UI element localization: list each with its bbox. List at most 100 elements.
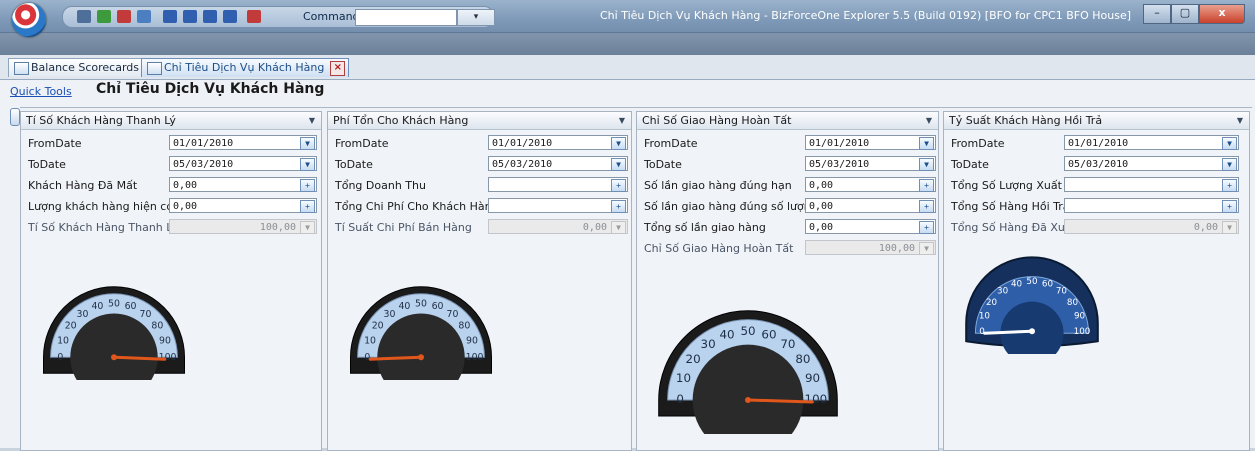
form-row: ToDate 05/03/2010 ▼ bbox=[21, 155, 321, 173]
gauge-tick-label: 50 bbox=[740, 324, 755, 338]
gauge-tick-label: 30 bbox=[701, 337, 716, 351]
input-field[interactable]: + bbox=[1064, 177, 1239, 192]
field-value: 0,00 bbox=[1193, 222, 1218, 233]
last-record-icon[interactable] bbox=[223, 10, 237, 23]
gauge-tick-label: 10 bbox=[979, 312, 990, 322]
close-record-icon[interactable] bbox=[247, 10, 261, 23]
tab-chi-tieu-dich-vu[interactable]: Chỉ Tiêu Dịch Vụ Khách Hàng × bbox=[141, 58, 350, 77]
tab-balance-scorecards[interactable]: Balance Scorecards bbox=[8, 58, 147, 77]
panel-header[interactable]: Chỉ Số Giao Hàng Hoàn Tất ▼ bbox=[637, 112, 938, 130]
field-label: ToDate bbox=[28, 158, 66, 171]
input-field[interactable]: 0,00 + bbox=[169, 177, 317, 192]
dropdown-icon[interactable]: ▼ bbox=[611, 158, 626, 171]
scorecard-panel: Tí Số Khách Hàng Thanh Lý ▼ FromDate 01/01/… bbox=[20, 111, 322, 451]
input-field[interactable]: 01/01/2010 ▼ bbox=[1064, 135, 1239, 150]
command-input[interactable] bbox=[355, 9, 457, 26]
field-value: 01/01/2010 bbox=[809, 138, 870, 149]
input-field[interactable]: + bbox=[488, 198, 628, 213]
first-record-icon[interactable] bbox=[163, 10, 177, 23]
dropdown-icon[interactable]: ▼ bbox=[919, 137, 934, 150]
tab-label: Chỉ Tiêu Dịch Vụ Khách Hàng bbox=[164, 61, 325, 74]
window-controls: – ▢ x bbox=[1143, 4, 1245, 24]
close-tab-icon[interactable]: × bbox=[330, 61, 346, 76]
add-record-icon[interactable] bbox=[97, 10, 111, 23]
close-window-button[interactable]: x bbox=[1199, 4, 1245, 24]
form-row: Tổng Số Hàng Đã Xuất 0,00 ▼ bbox=[944, 218, 1249, 236]
document-tab-bar: Balance Scorecards Chỉ Tiêu Dịch Vụ Khác… bbox=[0, 55, 1255, 128]
input-field[interactable]: 05/03/2010 ▼ bbox=[169, 156, 317, 171]
dropdown-icon[interactable]: ▼ bbox=[300, 137, 315, 150]
field-label: Số lần giao hàng đúng hạn bbox=[644, 179, 792, 192]
input-field[interactable]: 01/01/2010 ▼ bbox=[169, 135, 317, 150]
gauge-needle-pivot bbox=[111, 354, 117, 361]
field-label: Số lần giao hàng đúng số lượng bbox=[644, 200, 818, 213]
previous-record-icon[interactable] bbox=[183, 10, 197, 23]
add-icon[interactable]: + bbox=[611, 179, 626, 192]
gauge-tick-label: 90 bbox=[159, 336, 171, 347]
panel-collapse-icon[interactable]: ▼ bbox=[309, 112, 315, 129]
field-value: 05/03/2010 bbox=[1068, 159, 1129, 170]
save-icon[interactable] bbox=[77, 10, 91, 23]
gauge-needle-pivot bbox=[1029, 328, 1035, 335]
field-label: ToDate bbox=[951, 158, 989, 171]
add-icon[interactable]: + bbox=[300, 179, 315, 192]
panel-header[interactable]: Phí Tổn Cho Khách Hàng ▼ bbox=[328, 112, 631, 130]
ribbon-strip bbox=[0, 33, 1255, 55]
input-field[interactable]: 01/01/2010 ▼ bbox=[805, 135, 936, 150]
field-value: 0,00 bbox=[173, 180, 198, 191]
dropdown-icon[interactable]: ▼ bbox=[919, 158, 934, 171]
field-label: FromDate bbox=[644, 137, 698, 150]
panel-header[interactable]: Tí Số Khách Hàng Thanh Lý ▼ bbox=[21, 112, 321, 130]
input-field[interactable]: 05/03/2010 ▼ bbox=[805, 156, 936, 171]
gauge-tick-label: 60 bbox=[432, 301, 444, 312]
dropdown-icon: ▼ bbox=[1222, 221, 1237, 234]
add-icon[interactable]: + bbox=[919, 200, 934, 213]
input-field[interactable]: 05/03/2010 ▼ bbox=[1064, 156, 1239, 171]
gauge-tick-label: 20 bbox=[986, 298, 997, 308]
minimize-button[interactable]: – bbox=[1143, 4, 1171, 24]
panel-collapse-icon[interactable]: ▼ bbox=[1237, 112, 1243, 129]
input-field[interactable]: 0,00 + bbox=[169, 198, 317, 213]
input-field[interactable]: 05/03/2010 ▼ bbox=[488, 156, 628, 171]
side-panel-handle[interactable] bbox=[10, 108, 20, 126]
field-value: 05/03/2010 bbox=[809, 159, 870, 170]
delete-record-icon[interactable] bbox=[117, 10, 131, 23]
edit-record-icon[interactable] bbox=[137, 10, 151, 23]
gauge-tick-label: 40 bbox=[91, 301, 103, 312]
panel-collapse-icon[interactable]: ▼ bbox=[619, 112, 625, 129]
form-row: Số lần giao hàng đúng hạn 0,00 + bbox=[637, 176, 938, 194]
add-icon[interactable]: + bbox=[300, 200, 315, 213]
scorecard-panel: Tỷ Suất Khách Hàng Hồi Trả ▼ FromDate 01/01… bbox=[943, 111, 1250, 451]
gauge-tick-label: 50 bbox=[108, 299, 120, 310]
panel-header[interactable]: Tỷ Suất Khách Hàng Hồi Trả ▼ bbox=[944, 112, 1249, 130]
dropdown-icon[interactable]: ▼ bbox=[300, 158, 315, 171]
gauge-tick-label: 80 bbox=[1067, 298, 1078, 308]
add-icon[interactable]: + bbox=[919, 221, 934, 234]
command-dropdown-icon[interactable]: ▾ bbox=[457, 9, 495, 26]
field-value: 0,00 bbox=[809, 222, 834, 233]
input-field[interactable]: + bbox=[1064, 198, 1239, 213]
input-field[interactable]: 0,00 + bbox=[805, 219, 936, 234]
add-icon[interactable]: + bbox=[919, 179, 934, 192]
gauge-tick-label: 20 bbox=[65, 321, 77, 332]
dropdown-icon[interactable]: ▼ bbox=[1222, 158, 1237, 171]
gauge-tick-label: 90 bbox=[1074, 312, 1085, 322]
input-field[interactable]: + bbox=[488, 177, 628, 192]
add-icon[interactable]: + bbox=[1222, 200, 1237, 213]
panel-collapse-icon[interactable]: ▼ bbox=[926, 112, 932, 129]
add-icon[interactable]: + bbox=[1222, 179, 1237, 192]
field-label: Tổng Số Lượng Xuất bbox=[951, 179, 1062, 192]
quick-tools-link[interactable]: Quick Tools bbox=[10, 85, 72, 98]
dropdown-icon[interactable]: ▼ bbox=[611, 137, 626, 150]
add-icon[interactable]: + bbox=[611, 200, 626, 213]
input-field[interactable]: 0,00 + bbox=[805, 198, 936, 213]
dropdown-icon: ▼ bbox=[300, 221, 315, 234]
gauge-needle-pivot bbox=[418, 354, 424, 361]
next-record-icon[interactable] bbox=[203, 10, 217, 23]
input-field[interactable]: 01/01/2010 ▼ bbox=[488, 135, 628, 150]
dropdown-icon[interactable]: ▼ bbox=[1222, 137, 1237, 150]
maximize-button[interactable]: ▢ bbox=[1171, 4, 1199, 24]
field-value: 05/03/2010 bbox=[492, 159, 553, 170]
input-field[interactable]: 0,00 + bbox=[805, 177, 936, 192]
app-orb-icon[interactable] bbox=[12, 3, 46, 37]
